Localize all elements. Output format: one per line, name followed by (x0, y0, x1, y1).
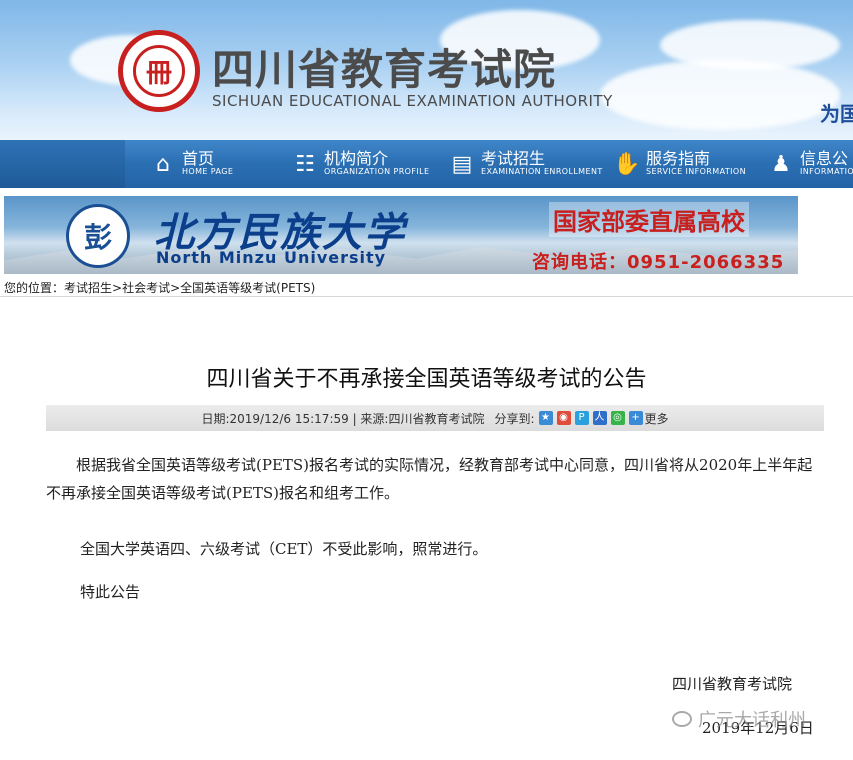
article-paragraph: 全国大学英语四、六级考试（CET）不受此影响，照常进行。 (80, 540, 488, 558)
ad-tagline: 国家部委直属高校 (549, 202, 749, 237)
ad-banner[interactable]: 彭 北方民族大学 North Minzu University 国家部委直属高校… (4, 196, 798, 274)
breadcrumb-link-pets[interactable]: 全国英语等级考试(PETS) (180, 281, 315, 295)
share-weibo-icon[interactable]: ◉ (556, 411, 571, 425)
nav-item-service[interactable]: ✋ 服务指南 SERVICE INFORMATION (613, 140, 746, 188)
breadcrumb-separator: > (170, 281, 181, 295)
people-icon: ♟ (771, 151, 791, 177)
nav-sublabel: SERVICE INFORMATION (646, 167, 746, 177)
org-icon: ☷ (295, 151, 315, 177)
nav-item-organization[interactable]: ☷ 机构简介 ORGANIZATION PROFILE (292, 140, 429, 188)
share-tencent-icon[interactable]: P (574, 411, 589, 425)
share-more-icon[interactable]: + (628, 411, 643, 425)
site-name-cn: 四川省教育考试院 (212, 45, 557, 94)
share-qzone-icon[interactable]: ★ (538, 411, 553, 425)
signature-org: 四川省教育考试院 (672, 675, 793, 693)
site-header: 冊 四川省教育考试院 SICHUAN EDUCATIONAL EXAMINATI… (0, 0, 853, 140)
breadcrumb-link-exams[interactable]: 考试招生 (64, 281, 112, 295)
site-logo[interactable]: 冊 (118, 30, 200, 112)
breadcrumb-link-social-exams[interactable]: 社会考试 (122, 281, 170, 295)
share-wechat-icon[interactable]: ◎ (610, 411, 625, 425)
nav-item-enrollment[interactable]: ▤ 考试招生 EXAMINATION ENROLLMENT (449, 140, 603, 188)
article-paragraph: 特此公告 (80, 583, 141, 601)
watermark-text: 广元大话利州 (698, 710, 806, 731)
share-more-link[interactable]: 更多 (645, 410, 669, 427)
nav-sublabel: EXAMINATION ENROLLMENT (481, 167, 603, 177)
nav-label: 考试招生 (481, 149, 546, 169)
wechat-icon (672, 711, 692, 727)
share-label: 分享到: (494, 411, 535, 426)
watermark: 广元大话利州 (672, 706, 806, 732)
nav-sublabel: ORGANIZATION PROFILE (324, 167, 430, 177)
article-meta-bar: 日期:2019/12/6 15:17:59 | 来源:四川省教育考试院 分享到:… (46, 405, 824, 431)
ad-phone: 咨询电话：0951-2066335 (532, 252, 785, 273)
article-title: 四川省关于不再承接全国英语等级考试的公告 (206, 367, 647, 392)
nav-item-information[interactable]: ♟ 信息公 INFORMATIO (768, 140, 853, 188)
breadcrumb: 您的位置：考试招生>社会考试>全国英语等级考试(PETS) (4, 279, 315, 296)
breadcrumb-separator: > (112, 281, 123, 295)
share-renren-icon[interactable]: 人 (592, 411, 607, 425)
breadcrumb-prefix: 您的位置： (4, 281, 65, 295)
nav-sublabel: INFORMATIO (800, 167, 853, 177)
home-icon: ⌂ (156, 151, 170, 177)
university-logo: 彭 (66, 204, 130, 268)
main-nav: ⌂ 首页 HOME PAGE ☷ 机构简介 ORGANIZATION PROFILE… (0, 140, 853, 188)
slogan: 为国 (820, 102, 853, 126)
nav-label: 信息公 (800, 149, 849, 169)
article-paragraph: 根据我省全国英语等级考试(PETS)报名考试的实际情况，经教育部考试中心同意，四… (46, 456, 813, 502)
article-meta: 日期:2019/12/6 15:17:59 | 来源:四川省教育考试院 (201, 411, 485, 426)
nav-item-home[interactable]: ⌂ 首页 HOME PAGE (150, 140, 233, 188)
nav-label: 首页 (182, 149, 215, 169)
nav-sublabel: HOME PAGE (182, 167, 234, 177)
handshake-icon: ✋ (613, 151, 641, 177)
nav-label: 机构简介 (324, 149, 389, 169)
ad-university-name-en: North Minzu University (156, 248, 387, 267)
site-name-en: SICHUAN EDUCATIONAL EXAMINATION AUTHORIT… (212, 92, 613, 110)
nav-label: 服务指南 (646, 149, 711, 169)
document-icon: ▤ (451, 151, 473, 177)
